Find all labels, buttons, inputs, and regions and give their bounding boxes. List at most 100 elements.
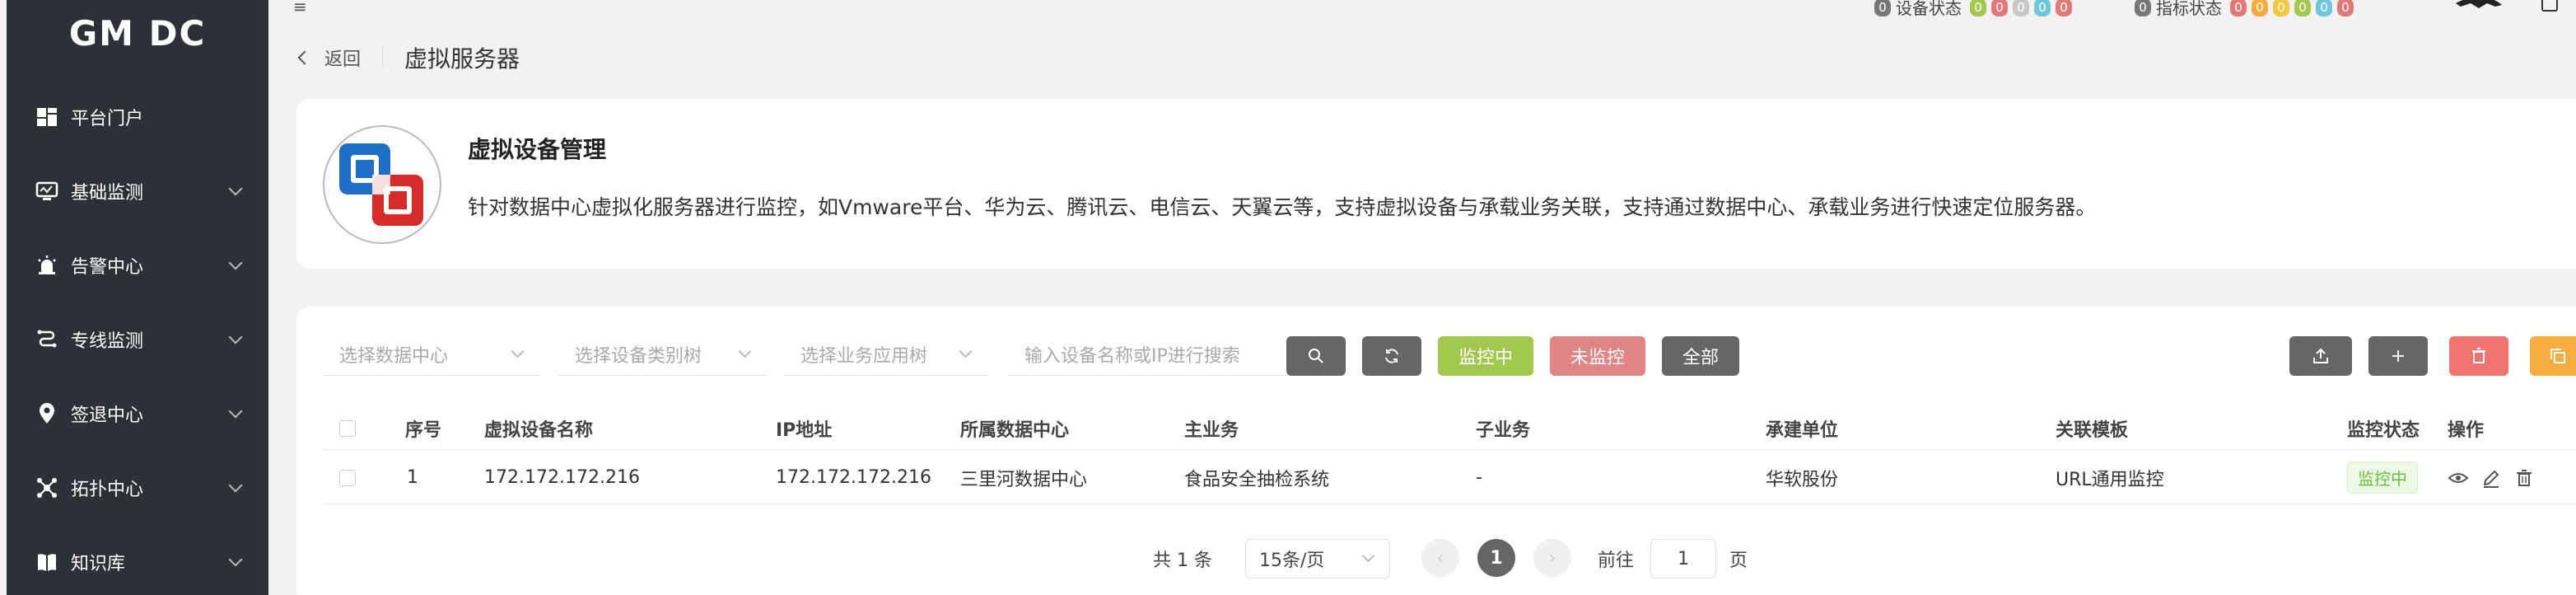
cell-index: 1 [407, 467, 418, 488]
cell-contractor: 华软股份 [1766, 469, 1839, 490]
dashboard-icon [35, 105, 59, 129]
refresh-button[interactable] [1362, 336, 1421, 376]
line-icon [35, 327, 59, 352]
add-button[interactable] [2368, 336, 2428, 376]
sidebar-item-knowledge[interactable]: 知识库 [7, 525, 268, 595]
status-count-badge[interactable]: 0 [2056, 0, 2072, 16]
search-input[interactable]: 输入设备名称或IP进行搜索 [1008, 333, 1288, 376]
filter-monitoring-button[interactable]: 监控中 [1438, 336, 1533, 376]
sidebar-item-topology[interactable]: 拓扑中心 [7, 451, 268, 525]
avatar[interactable] [2454, 0, 2504, 13]
eye-icon[interactable] [2448, 467, 2469, 489]
row-actions [2448, 452, 2535, 504]
chevron-down-icon [738, 344, 752, 358]
alarm-icon [35, 253, 59, 278]
pagination-total: 共 1 条 [1153, 550, 1212, 571]
page-size-select[interactable]: 15条/页 [1245, 539, 1390, 579]
menu-toggle-icon[interactable]: ≡ [293, 0, 307, 16]
status-count-badge[interactable]: 0 [2273, 0, 2289, 16]
search-icon [1309, 349, 1323, 363]
chevron-down-icon [959, 344, 973, 358]
page-size-value: 15条/页 [1259, 550, 1325, 571]
status-count-badge[interactable]: 0 [1991, 0, 2008, 16]
business-select[interactable]: 选择业务应用树 [784, 333, 988, 376]
column-header: 承建单位 [1766, 419, 1839, 441]
goto-label: 前往 [1598, 550, 1635, 571]
sidebar-item-label: 基础监测 [71, 183, 144, 204]
sidebar-item-label: 专线监测 [71, 331, 144, 352]
filter-all-button[interactable]: 全部 [1662, 336, 1739, 376]
back-button[interactable]: 返回 [297, 45, 362, 71]
cell-main-business: 食品安全抽检系统 [1184, 469, 1330, 490]
business-select-placeholder: 选择业务应用树 [800, 345, 928, 367]
chevron-down-icon [228, 404, 243, 419]
column-header: 关联模板 [2056, 419, 2129, 441]
sidebar-item-label: 平台门户 [71, 109, 144, 129]
cell-ip: 172.172.172.216 [776, 467, 931, 488]
filter-not-monitoring-button[interactable]: 未监控 [1550, 336, 1645, 376]
copy-button[interactable] [2530, 336, 2576, 376]
datacenter-select[interactable]: 选择数据中心 [323, 333, 540, 376]
status-count-badge: 0 [2135, 0, 2151, 16]
device-status-group: 0 设备状态 0 0 0 0 0 [1869, 0, 2072, 19]
status-count-badge[interactable]: 0 [2013, 0, 2029, 16]
page-number-button[interactable]: 1 [1477, 539, 1515, 577]
column-header: 虚拟设备名称 [484, 419, 594, 441]
status-count-badge[interactable]: 0 [2230, 0, 2247, 16]
chevron-down-icon [228, 181, 243, 196]
goto-page-input[interactable]: 1 [1650, 539, 1716, 579]
sidebar-item-alarm[interactable]: 告警中心 [7, 228, 268, 302]
back-label: 返回 [324, 49, 362, 70]
delete-button[interactable] [2449, 336, 2508, 376]
search-input-placeholder: 输入设备名称或IP进行搜索 [1024, 345, 1240, 367]
row-checkbox[interactable] [339, 452, 356, 504]
status-count-badge[interactable]: 0 [2316, 0, 2332, 16]
intro-title: 虚拟设备管理 [468, 136, 607, 163]
breadcrumb-divider [382, 47, 384, 68]
location-icon [35, 401, 59, 426]
search-button[interactable] [1286, 336, 1346, 376]
cell-template: URL通用监控 [2056, 469, 2164, 490]
table-row[interactable]: 1 172.172.172.216 172.172.172.216 三里河数据中… [323, 452, 2576, 504]
exit-icon[interactable] [2541, 0, 2558, 12]
intro-description: 针对数据中心虚拟化服务器进行监控，如Vmware平台、华为云、腾讯云、电信云、天… [468, 195, 2097, 219]
sidebar-item-basic-monitor[interactable]: 基础监测 [7, 154, 268, 228]
cell-datacenter: 三里河数据中心 [960, 469, 1088, 490]
next-page-button[interactable]: › [1533, 539, 1571, 577]
monitor-icon [35, 179, 59, 204]
status-count-badge[interactable]: 0 [2294, 0, 2311, 16]
status-count-badge[interactable]: 0 [2252, 0, 2268, 16]
select-all-checkbox[interactable] [339, 407, 356, 449]
status-count-badge[interactable]: 0 [2337, 0, 2354, 16]
chevron-left-icon [297, 50, 312, 65]
status-count-badge[interactable]: 0 [1970, 0, 1986, 16]
page-title: 虚拟服务器 [404, 45, 520, 73]
upload-icon [2313, 348, 2328, 363]
sidebar-item-label: 告警中心 [71, 257, 144, 278]
prev-page-button[interactable]: ‹ [1421, 539, 1459, 577]
sidebar-item-line-monitor[interactable]: 专线监测 [7, 302, 268, 377]
vmware-logo-icon [323, 125, 441, 244]
export-button[interactable] [2289, 336, 2352, 376]
table-header: 序号 虚拟设备名称 IP地址 所属数据中心 主业务 子业务 承建单位 关联模板 … [323, 407, 2576, 450]
cell-device-name: 172.172.172.216 [484, 467, 640, 488]
sidebar-item-signout-center[interactable]: 签退中心 [7, 377, 268, 451]
chevron-down-icon [228, 478, 243, 493]
device-type-select[interactable]: 选择设备类别树 [558, 333, 768, 376]
status-count-badge[interactable]: 0 [2034, 0, 2051, 16]
edit-icon[interactable] [2480, 467, 2502, 489]
column-header: 主业务 [1184, 419, 1239, 441]
trash-icon[interactable] [2513, 467, 2535, 489]
pagination: 共 1 条 15条/页 ‹ 1 › 前往 1 页 [296, 539, 2576, 579]
sidebar-item-portal[interactable]: 平台门户 [7, 80, 268, 154]
sidebar-item-label: 拓扑中心 [71, 480, 144, 500]
datacenter-select-placeholder: 选择数据中心 [339, 345, 449, 367]
sidebar-item-label: 知识库 [71, 554, 126, 574]
intro-card: 虚拟设备管理 针对数据中心虚拟化服务器进行监控，如Vmware平台、华为云、腾讯… [296, 99, 2576, 269]
chevron-down-icon [1361, 549, 1375, 563]
status-count-badge: 0 [1874, 0, 1891, 16]
column-header: 子业务 [1476, 419, 1531, 441]
chevron-down-icon [228, 552, 243, 567]
column-header: 监控状态 [2347, 419, 2420, 441]
metric-status-group: 0 指标状态 0 0 0 0 0 0 [2130, 0, 2354, 19]
